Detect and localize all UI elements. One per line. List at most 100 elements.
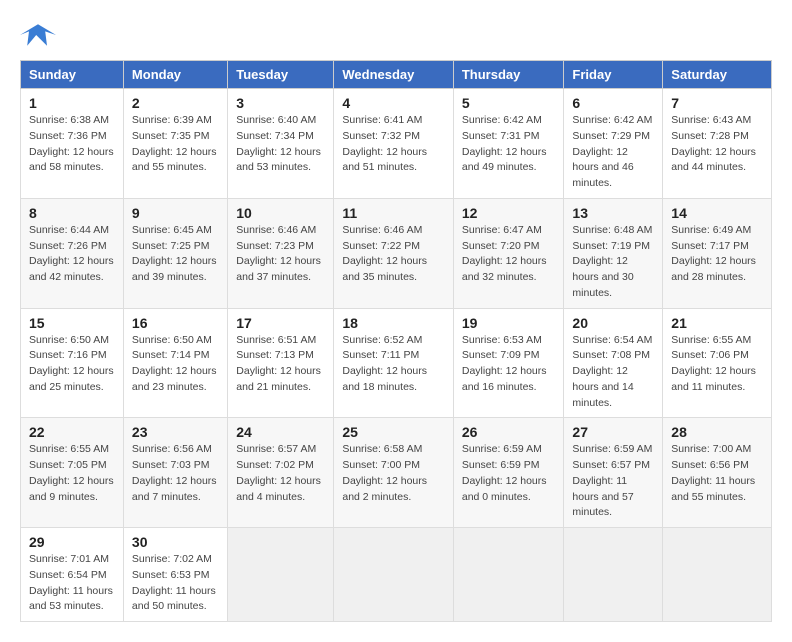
logo [20, 20, 60, 50]
day-number: 18 [342, 315, 445, 331]
calendar-day-cell: 12 Sunrise: 6:47 AMSunset: 7:20 PMDaylig… [453, 198, 564, 308]
calendar-day-cell: 18 Sunrise: 6:52 AMSunset: 7:11 PMDaylig… [334, 308, 454, 418]
calendar-day-cell [663, 528, 772, 622]
day-number: 7 [671, 95, 763, 111]
calendar-day-cell: 7 Sunrise: 6:43 AMSunset: 7:28 PMDayligh… [663, 89, 772, 199]
calendar-day-cell: 25 Sunrise: 6:58 AMSunset: 7:00 PMDaylig… [334, 418, 454, 528]
weekday-header-friday: Friday [564, 61, 663, 89]
calendar-day-cell: 17 Sunrise: 6:51 AMSunset: 7:13 PMDaylig… [228, 308, 334, 418]
day-info: Sunrise: 7:01 AMSunset: 6:54 PMDaylight:… [29, 553, 113, 612]
day-number: 19 [462, 315, 556, 331]
day-info: Sunrise: 6:52 AMSunset: 7:11 PMDaylight:… [342, 334, 427, 393]
day-info: Sunrise: 6:55 AMSunset: 7:05 PMDaylight:… [29, 443, 114, 502]
day-number: 15 [29, 315, 115, 331]
day-info: Sunrise: 6:38 AMSunset: 7:36 PMDaylight:… [29, 114, 114, 173]
day-number: 4 [342, 95, 445, 111]
day-info: Sunrise: 6:50 AMSunset: 7:14 PMDaylight:… [132, 334, 217, 393]
day-number: 10 [236, 205, 325, 221]
calendar-day-cell [564, 528, 663, 622]
calendar-day-cell: 11 Sunrise: 6:46 AMSunset: 7:22 PMDaylig… [334, 198, 454, 308]
day-number: 29 [29, 534, 115, 550]
weekday-header-saturday: Saturday [663, 61, 772, 89]
day-info: Sunrise: 6:59 AMSunset: 6:57 PMDaylight:… [572, 443, 652, 518]
day-number: 26 [462, 424, 556, 440]
calendar-day-cell: 24 Sunrise: 6:57 AMSunset: 7:02 PMDaylig… [228, 418, 334, 528]
calendar-day-cell: 21 Sunrise: 6:55 AMSunset: 7:06 PMDaylig… [663, 308, 772, 418]
day-info: Sunrise: 6:53 AMSunset: 7:09 PMDaylight:… [462, 334, 547, 393]
day-info: Sunrise: 6:46 AMSunset: 7:23 PMDaylight:… [236, 224, 321, 283]
day-number: 3 [236, 95, 325, 111]
calendar-day-cell: 22 Sunrise: 6:55 AMSunset: 7:05 PMDaylig… [21, 418, 124, 528]
day-number: 9 [132, 205, 219, 221]
day-info: Sunrise: 6:39 AMSunset: 7:35 PMDaylight:… [132, 114, 217, 173]
calendar-day-cell: 29 Sunrise: 7:01 AMSunset: 6:54 PMDaylig… [21, 528, 124, 622]
day-info: Sunrise: 6:47 AMSunset: 7:20 PMDaylight:… [462, 224, 547, 283]
day-number: 12 [462, 205, 556, 221]
day-info: Sunrise: 7:02 AMSunset: 6:53 PMDaylight:… [132, 553, 216, 612]
calendar-day-cell: 16 Sunrise: 6:50 AMSunset: 7:14 PMDaylig… [123, 308, 227, 418]
day-number: 5 [462, 95, 556, 111]
calendar-table: SundayMondayTuesdayWednesdayThursdayFrid… [20, 60, 772, 622]
day-number: 22 [29, 424, 115, 440]
logo-bird-icon [20, 20, 56, 50]
calendar-day-cell: 27 Sunrise: 6:59 AMSunset: 6:57 PMDaylig… [564, 418, 663, 528]
calendar-day-cell [334, 528, 454, 622]
day-number: 25 [342, 424, 445, 440]
weekday-header-wednesday: Wednesday [334, 61, 454, 89]
calendar-day-cell: 3 Sunrise: 6:40 AMSunset: 7:34 PMDayligh… [228, 89, 334, 199]
page-header [20, 20, 772, 50]
calendar-day-cell: 4 Sunrise: 6:41 AMSunset: 7:32 PMDayligh… [334, 89, 454, 199]
calendar-day-cell: 10 Sunrise: 6:46 AMSunset: 7:23 PMDaylig… [228, 198, 334, 308]
calendar-day-cell: 13 Sunrise: 6:48 AMSunset: 7:19 PMDaylig… [564, 198, 663, 308]
day-info: Sunrise: 7:00 AMSunset: 6:56 PMDaylight:… [671, 443, 755, 502]
weekday-header-sunday: Sunday [21, 61, 124, 89]
calendar-day-cell: 15 Sunrise: 6:50 AMSunset: 7:16 PMDaylig… [21, 308, 124, 418]
weekday-header-tuesday: Tuesday [228, 61, 334, 89]
day-info: Sunrise: 6:44 AMSunset: 7:26 PMDaylight:… [29, 224, 114, 283]
day-number: 14 [671, 205, 763, 221]
calendar-day-cell: 5 Sunrise: 6:42 AMSunset: 7:31 PMDayligh… [453, 89, 564, 199]
day-info: Sunrise: 6:42 AMSunset: 7:31 PMDaylight:… [462, 114, 547, 173]
day-info: Sunrise: 6:42 AMSunset: 7:29 PMDaylight:… [572, 114, 652, 189]
calendar-week-row: 22 Sunrise: 6:55 AMSunset: 7:05 PMDaylig… [21, 418, 772, 528]
day-number: 24 [236, 424, 325, 440]
calendar-day-cell [453, 528, 564, 622]
day-info: Sunrise: 6:55 AMSunset: 7:06 PMDaylight:… [671, 334, 756, 393]
calendar-day-cell: 20 Sunrise: 6:54 AMSunset: 7:08 PMDaylig… [564, 308, 663, 418]
calendar-day-cell: 23 Sunrise: 6:56 AMSunset: 7:03 PMDaylig… [123, 418, 227, 528]
calendar-day-cell: 19 Sunrise: 6:53 AMSunset: 7:09 PMDaylig… [453, 308, 564, 418]
day-number: 1 [29, 95, 115, 111]
calendar-day-cell: 26 Sunrise: 6:59 AMSunset: 6:59 PMDaylig… [453, 418, 564, 528]
day-number: 20 [572, 315, 654, 331]
day-info: Sunrise: 6:43 AMSunset: 7:28 PMDaylight:… [671, 114, 756, 173]
day-info: Sunrise: 6:41 AMSunset: 7:32 PMDaylight:… [342, 114, 427, 173]
day-info: Sunrise: 6:56 AMSunset: 7:03 PMDaylight:… [132, 443, 217, 502]
calendar-day-cell: 1 Sunrise: 6:38 AMSunset: 7:36 PMDayligh… [21, 89, 124, 199]
calendar-day-cell [228, 528, 334, 622]
calendar-week-row: 1 Sunrise: 6:38 AMSunset: 7:36 PMDayligh… [21, 89, 772, 199]
day-info: Sunrise: 6:57 AMSunset: 7:02 PMDaylight:… [236, 443, 321, 502]
day-number: 2 [132, 95, 219, 111]
day-number: 8 [29, 205, 115, 221]
day-info: Sunrise: 6:51 AMSunset: 7:13 PMDaylight:… [236, 334, 321, 393]
day-info: Sunrise: 6:49 AMSunset: 7:17 PMDaylight:… [671, 224, 756, 283]
calendar-day-cell: 8 Sunrise: 6:44 AMSunset: 7:26 PMDayligh… [21, 198, 124, 308]
calendar-week-row: 29 Sunrise: 7:01 AMSunset: 6:54 PMDaylig… [21, 528, 772, 622]
calendar-day-cell: 2 Sunrise: 6:39 AMSunset: 7:35 PMDayligh… [123, 89, 227, 199]
day-info: Sunrise: 6:59 AMSunset: 6:59 PMDaylight:… [462, 443, 547, 502]
calendar-day-cell: 14 Sunrise: 6:49 AMSunset: 7:17 PMDaylig… [663, 198, 772, 308]
calendar-week-row: 15 Sunrise: 6:50 AMSunset: 7:16 PMDaylig… [21, 308, 772, 418]
day-number: 6 [572, 95, 654, 111]
day-number: 27 [572, 424, 654, 440]
day-number: 16 [132, 315, 219, 331]
calendar-week-row: 8 Sunrise: 6:44 AMSunset: 7:26 PMDayligh… [21, 198, 772, 308]
day-number: 30 [132, 534, 219, 550]
calendar-day-cell: 9 Sunrise: 6:45 AMSunset: 7:25 PMDayligh… [123, 198, 227, 308]
day-number: 17 [236, 315, 325, 331]
day-number: 28 [671, 424, 763, 440]
calendar-day-cell: 6 Sunrise: 6:42 AMSunset: 7:29 PMDayligh… [564, 89, 663, 199]
day-number: 21 [671, 315, 763, 331]
calendar-day-cell: 30 Sunrise: 7:02 AMSunset: 6:53 PMDaylig… [123, 528, 227, 622]
day-number: 11 [342, 205, 445, 221]
calendar-day-cell: 28 Sunrise: 7:00 AMSunset: 6:56 PMDaylig… [663, 418, 772, 528]
